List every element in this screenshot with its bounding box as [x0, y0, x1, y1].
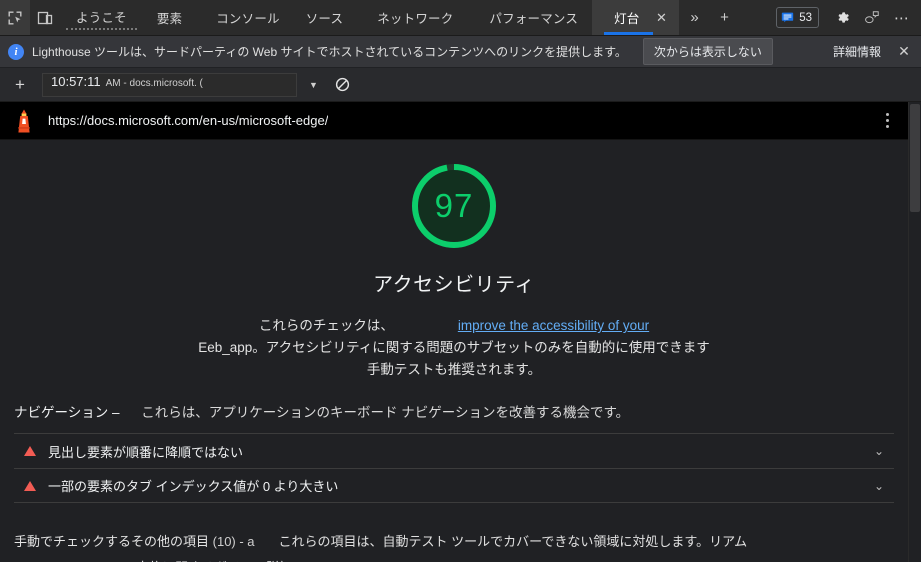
category-score-block: 97 アクセシビリティ: [0, 140, 908, 297]
kebab-dot: [885, 125, 889, 128]
add-panel-button[interactable]: +: [709, 0, 739, 35]
manual-checks-line-2: ccessibility_c.yjew の実施に関するガイドの詳細: [14, 555, 894, 562]
report-options-menu-icon[interactable]: [876, 109, 898, 132]
accessibility-docs-link[interactable]: improve the accessibility of your: [458, 315, 649, 337]
lighthouse-report-panel: https://docs.microsoft.com/en-us/microso…: [0, 102, 921, 562]
kebab-dot: [885, 119, 889, 122]
warning-triangle-icon: [24, 446, 36, 456]
lighthouse-logo-icon: [18, 109, 30, 132]
tab-console[interactable]: コンソール: [202, 0, 294, 35]
report-selector-chevron-down-icon[interactable]: ▼: [309, 80, 318, 90]
description-line-1: これらのチェックは、 improve the accessibility of …: [120, 315, 788, 337]
devtools-toolbar-right: 53 ⋯: [776, 0, 921, 35]
navigation-group-subtitle: これらは、アプリケーションのキーボード ナビゲーションを改善する機会です。: [141, 405, 630, 420]
clear-all-glyph: [336, 77, 350, 92]
inspect-element-glyph: [8, 11, 22, 24]
devtools-tabbar: ようこそ 要素 コンソール ソース ネットワーク パフォーマンス 灯台 ✕ » …: [0, 0, 921, 36]
tab-lighthouse-close-icon[interactable]: ✕: [653, 10, 669, 26]
navigation-group-title: ナビゲーション –: [14, 405, 120, 420]
clear-all-icon[interactable]: [332, 74, 354, 96]
new-lighthouse-report-button[interactable]: +: [6, 72, 34, 98]
info-icon: i: [8, 43, 24, 60]
devtools-overflow-menu-icon[interactable]: ⋯: [887, 9, 917, 27]
report-selector-dropdown[interactable]: 10:57:11 AM - docs.microsoft. (: [42, 72, 297, 97]
inspect-element-icon[interactable]: [0, 0, 30, 35]
devtools-tab-list: ようこそ 要素 コンソール ソース ネットワーク パフォーマンス 灯台 ✕: [66, 0, 680, 35]
gear-glyph: [838, 12, 849, 23]
manual-checks-title: 手動でチェックするその他の項目: [14, 534, 210, 549]
tab-lighthouse-label: 灯台: [614, 12, 640, 26]
report-scroll-area: https://docs.microsoft.com/en-us/microso…: [0, 102, 908, 562]
category-title: アクセシビリティ: [373, 274, 535, 296]
audit-list: 見出し要素が順番に降順ではない ⌄ 一部の要素のタブ インデックス値が 0 より…: [0, 433, 908, 503]
more-tabs-chevron-icon[interactable]: »: [679, 0, 709, 35]
tab-performance[interactable]: パフォーマンス: [475, 0, 592, 35]
description-prefix: これらのチェックは、: [258, 318, 394, 333]
description-gap: [394, 315, 458, 337]
report-url-label: https://docs.microsoft.com/en-us/microso…: [48, 113, 329, 128]
manual-checks-description: これらの項目は、自動テスト ツールでカバーできない領域に対処します。リアム: [278, 534, 748, 549]
warning-triangle-icon: [24, 480, 36, 491]
audit-row[interactable]: 見出し要素が順番に降順ではない ⌄: [14, 433, 894, 468]
report-timestamp: 10:57:11: [51, 73, 101, 89]
kebab-dot: [885, 113, 889, 116]
dont-show-again-button[interactable]: 次からは表示しない: [642, 38, 773, 65]
tab-lighthouse[interactable]: 灯台 ✕: [592, 0, 680, 35]
tab-console-label: コンソール: [216, 12, 280, 26]
issues-counter-button[interactable]: 53: [776, 7, 819, 28]
issues-count-label: 53: [799, 11, 812, 24]
feedback-icon[interactable]: [857, 10, 887, 25]
tab-welcome-label: ようこそ: [76, 11, 127, 25]
navigation-group-header: ナビゲーション – これらは、アプリケーションのキーボード ナビゲーションを改善…: [0, 401, 908, 421]
more-info-link[interactable]: 詳細情報: [833, 43, 881, 60]
category-description: これらのチェックは、 improve the accessibility of …: [0, 315, 908, 381]
report-body: 97 アクセシビリティ これらのチェックは、 improve the acces…: [0, 140, 908, 562]
tab-network[interactable]: ネットワーク: [355, 0, 475, 35]
tab-welcome[interactable]: ようこそ: [66, 6, 137, 30]
tab-network-label: ネットワーク: [377, 12, 454, 26]
tab-elements[interactable]: 要素: [137, 0, 202, 35]
manual-checks-block: 手動でチェックするその他の項目 (10) - a これらの項目は、自動テスト ツ…: [0, 529, 908, 562]
audit-title: 一部の要素のタブ インデックス値が 0 より大きい: [48, 479, 339, 494]
manual-checks-count: (10) - a: [212, 534, 255, 549]
device-toolbar-icon[interactable]: [30, 0, 60, 35]
report-origin-label: AM - docs.microsoft. (: [105, 77, 203, 89]
tab-elements-label: 要素: [156, 12, 183, 26]
infobar-close-icon[interactable]: ✕: [895, 43, 913, 61]
settings-gear-icon[interactable]: [827, 10, 857, 25]
tab-performance-label: パフォーマンス: [489, 12, 579, 26]
chevron-down-icon[interactable]: ⌄: [874, 444, 888, 458]
device-toolbar-glyph: [37, 11, 53, 24]
manual-checks-row: 手動でチェックするその他の項目 (10) - a これらの項目は、自動テスト ツ…: [14, 529, 894, 555]
audit-row[interactable]: 一部の要素のタブ インデックス値が 0 より大きい ⌄: [14, 468, 894, 503]
description-line-3: 手動テストも推奨されます。: [366, 362, 542, 377]
description-line-2: Eeb_app。アクセシビリティに関する問題のサブセットのみを自動的に使用できま…: [198, 340, 710, 355]
report-scrollbar-thumb[interactable]: [910, 104, 920, 212]
audit-title: 見出し要素が順番に降順ではない: [48, 444, 244, 460]
lighthouse-run-toolbar: + 10:57:11 AM - docs.microsoft. ( ▼: [0, 68, 921, 102]
accessibility-score-gauge: 97: [406, 158, 502, 254]
feedback-glyph: [865, 11, 879, 24]
tab-sources[interactable]: ソース: [294, 0, 355, 35]
tab-sources-label: ソース: [305, 12, 344, 26]
infobar-message: Lighthouse ツールは、サードパーティの Web サイトでホストされてい…: [32, 45, 627, 59]
score-value: 97: [434, 187, 474, 224]
infobar-right-group: 詳細情報 ✕: [833, 43, 913, 61]
chevron-down-icon[interactable]: ⌄: [874, 479, 888, 493]
issues-message-icon: [782, 12, 794, 23]
manual-checks-left: 手動でチェックするその他の項目 (10) - a: [14, 529, 255, 555]
report-scrollbar[interactable]: [908, 102, 921, 562]
report-header: https://docs.microsoft.com/en-us/microso…: [0, 102, 908, 140]
lighthouse-infobar: i Lighthouse ツールは、サードパーティの Web サイトでホストされ…: [0, 36, 921, 68]
